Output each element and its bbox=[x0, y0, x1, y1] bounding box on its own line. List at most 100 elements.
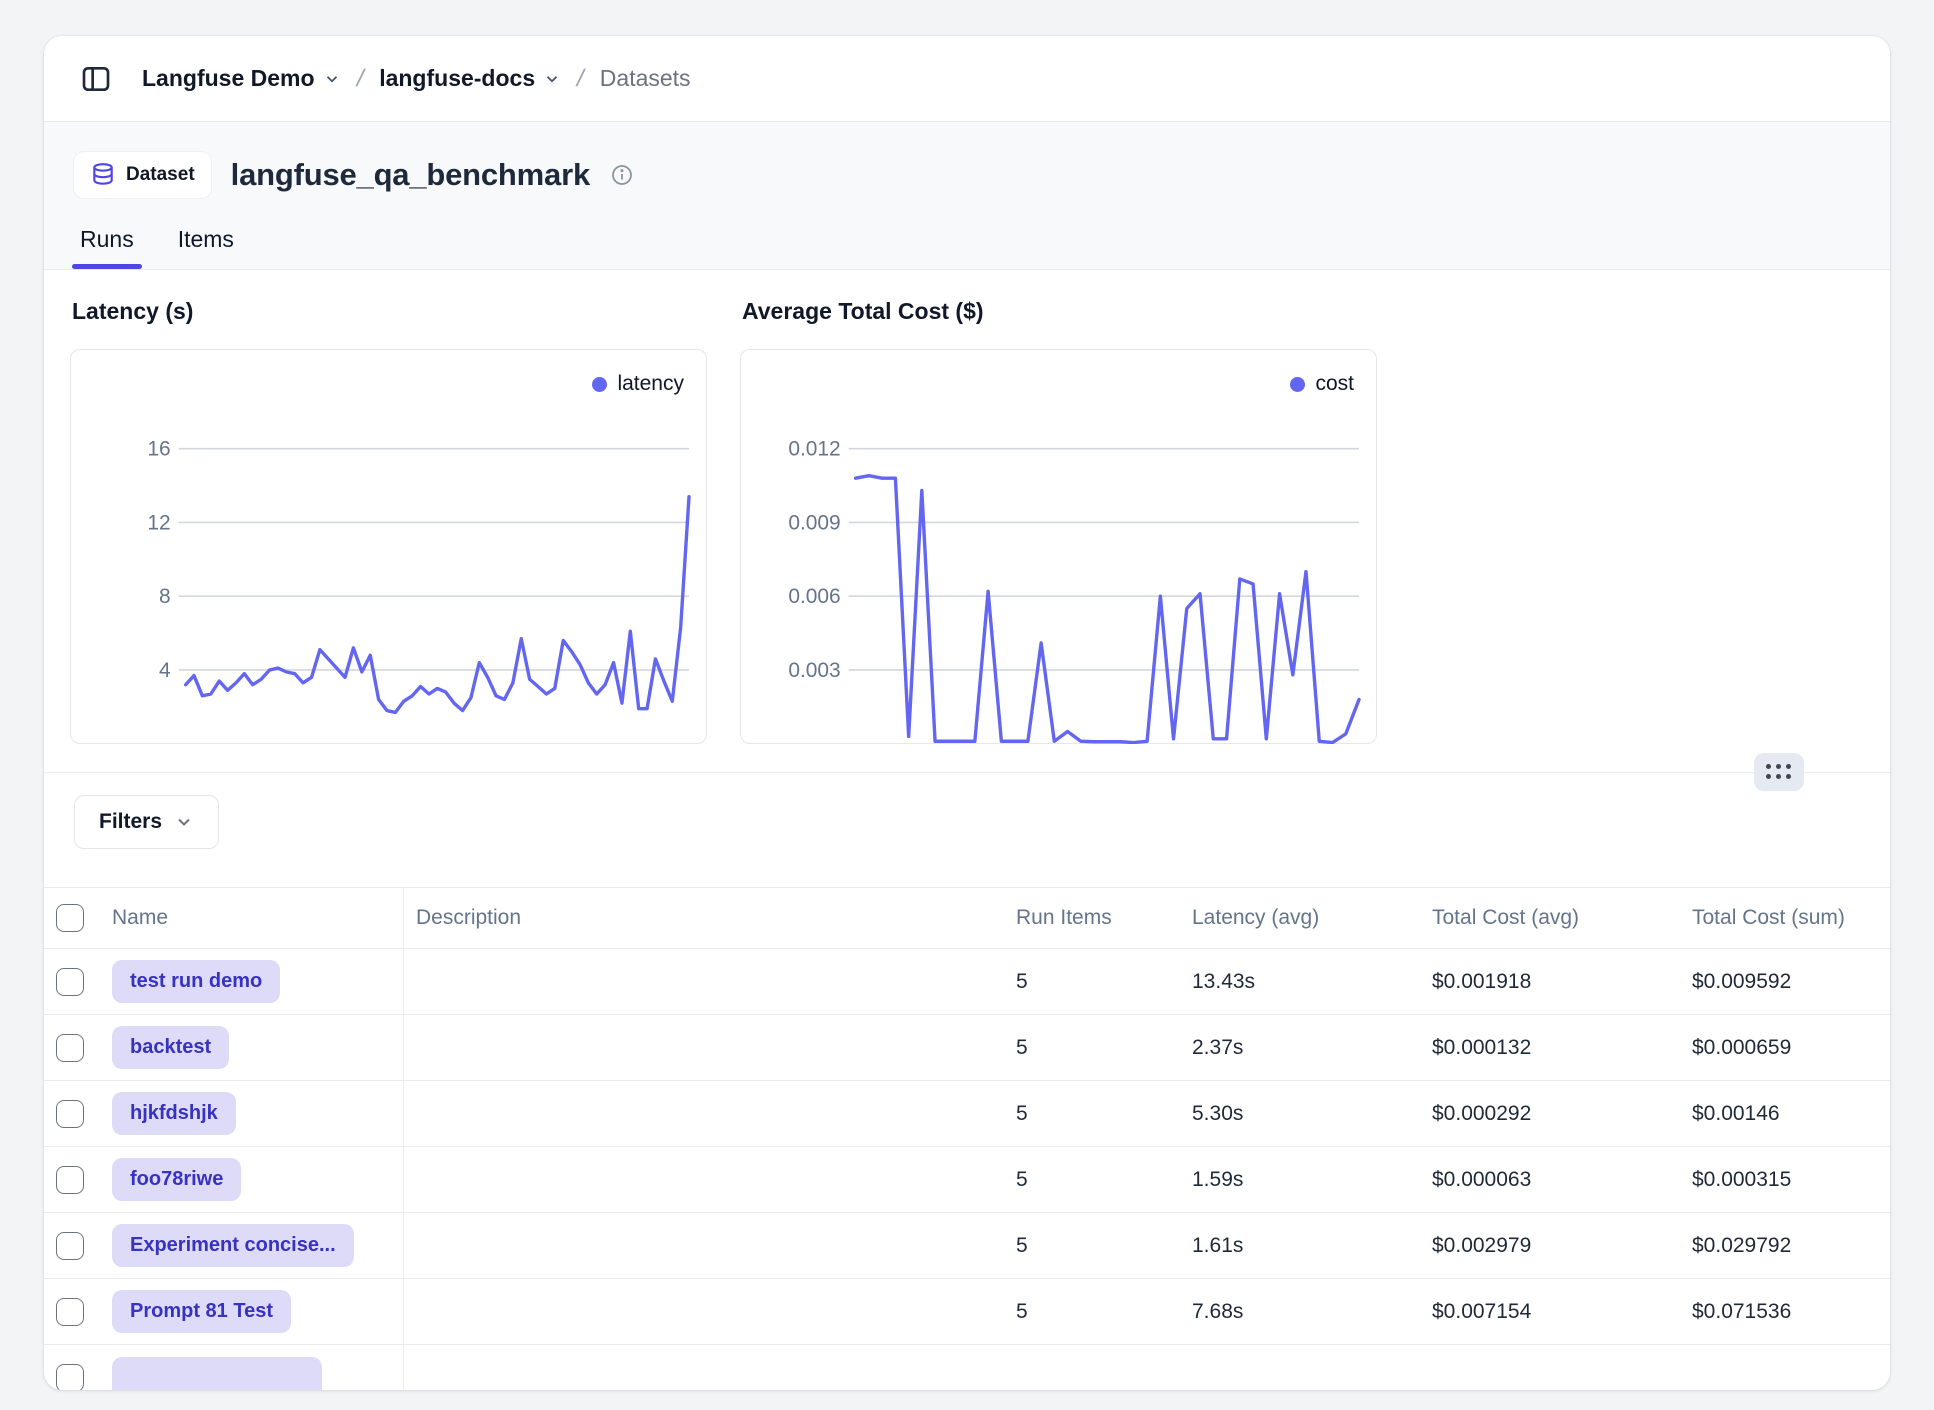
cell-latency-avg: 13.43s bbox=[1180, 949, 1420, 1014]
cell-description bbox=[404, 949, 1004, 1014]
cell-total-cost-avg: $0.000132 bbox=[1420, 1015, 1680, 1080]
col-header-total-cost-avg: Total Cost (avg) bbox=[1420, 888, 1680, 948]
legend-dot-icon bbox=[592, 377, 607, 392]
filters-row: Filters bbox=[44, 773, 1890, 887]
table-row: backtest 5 2.37s $0.000132 $0.000659 bbox=[44, 1015, 1890, 1081]
cell-run-items: 5 bbox=[1004, 1081, 1180, 1146]
breadcrumb: Langfuse Demo / langfuse-docs / Datasets bbox=[44, 36, 1890, 122]
cell-latency-avg: 1.59s bbox=[1180, 1147, 1420, 1212]
col-header-name: Name bbox=[100, 888, 404, 948]
filters-button[interactable]: Filters bbox=[74, 795, 219, 849]
breadcrumb-org[interactable]: Langfuse Demo bbox=[142, 65, 341, 92]
cell-description bbox=[404, 1213, 1004, 1278]
breadcrumb-page[interactable]: Datasets bbox=[600, 65, 691, 92]
cell-latency-avg: 1.61s bbox=[1180, 1213, 1420, 1278]
cost-legend: cost bbox=[1290, 372, 1354, 396]
col-header-latency-avg: Latency (avg) bbox=[1180, 888, 1420, 948]
svg-text:12: 12 bbox=[147, 511, 170, 534]
cell-latency-avg: 5.30s bbox=[1180, 1081, 1420, 1146]
row-checkbox[interactable] bbox=[56, 1166, 84, 1194]
badge-label: Dataset bbox=[126, 164, 195, 186]
svg-text:4: 4 bbox=[159, 659, 171, 682]
svg-text:8: 8 bbox=[159, 585, 171, 608]
svg-text:0.009: 0.009 bbox=[788, 511, 840, 534]
col-header-total-cost-sum: Total Cost (sum) bbox=[1680, 888, 1890, 948]
row-checkbox[interactable] bbox=[56, 1232, 84, 1260]
database-icon bbox=[90, 162, 116, 188]
info-icon[interactable] bbox=[610, 163, 634, 187]
cell-description bbox=[404, 1279, 1004, 1344]
table-row: test run demo 5 13.43s $0.001918 $0.0095… bbox=[44, 949, 1890, 1015]
table-row: foo78riwe 5 1.59s $0.000063 $0.000315 bbox=[44, 1147, 1890, 1213]
dataset-header: Dataset langfuse_qa_benchmark Runs Items bbox=[44, 122, 1890, 270]
cell-total-cost-sum bbox=[1680, 1345, 1890, 1390]
table-row: hjkfdshjk 5 5.30s $0.000292 $0.00146 bbox=[44, 1081, 1890, 1147]
table-row bbox=[44, 1345, 1890, 1390]
row-checkbox[interactable] bbox=[56, 1034, 84, 1062]
run-name-link[interactable]: backtest bbox=[112, 1026, 229, 1069]
run-name-link[interactable]: hjkfdshjk bbox=[112, 1092, 236, 1135]
legend-label: latency bbox=[617, 372, 684, 396]
legend-dot-icon bbox=[1290, 377, 1305, 392]
run-name-link[interactable] bbox=[112, 1357, 322, 1391]
cell-run-items: 5 bbox=[1004, 949, 1180, 1014]
sidebar-toggle-button[interactable] bbox=[74, 57, 118, 101]
run-name-link[interactable]: Prompt 81 Test bbox=[112, 1290, 291, 1333]
svg-text:0.003: 0.003 bbox=[788, 659, 840, 682]
select-all-checkbox[interactable] bbox=[56, 904, 84, 932]
filters-label: Filters bbox=[99, 810, 162, 834]
cell-latency-avg: 2.37s bbox=[1180, 1015, 1420, 1080]
latency-chart: 16 12 8 4 latency bbox=[70, 349, 707, 744]
tab-runs[interactable]: Runs bbox=[80, 226, 134, 269]
cell-run-items: 5 bbox=[1004, 1147, 1180, 1212]
cell-total-cost-avg bbox=[1420, 1345, 1680, 1390]
cell-total-cost-sum: $0.000315 bbox=[1680, 1147, 1890, 1212]
runs-table: Name Description Run Items Latency (avg)… bbox=[44, 887, 1890, 1390]
cost-chart: 0.0120.0090.0060.003 cost bbox=[740, 349, 1377, 744]
table-body: test run demo 5 13.43s $0.001918 $0.0095… bbox=[44, 949, 1890, 1390]
breadcrumb-project[interactable]: langfuse-docs bbox=[379, 65, 561, 92]
cell-description bbox=[404, 1015, 1004, 1080]
latency-line-plot: 16 12 8 4 bbox=[71, 350, 706, 744]
table-row: Experiment concise... 5 1.61s $0.002979 … bbox=[44, 1213, 1890, 1279]
row-checkbox[interactable] bbox=[56, 968, 84, 996]
cell-total-cost-sum: $0.009592 bbox=[1680, 949, 1890, 1014]
latency-chart-title: Latency (s) bbox=[72, 298, 707, 325]
tab-items[interactable]: Items bbox=[178, 226, 234, 269]
cell-total-cost-avg: $0.001918 bbox=[1420, 949, 1680, 1014]
table-header: Name Description Run Items Latency (avg)… bbox=[44, 887, 1890, 949]
chevron-down-icon bbox=[323, 70, 341, 88]
cell-run-items: 5 bbox=[1004, 1015, 1180, 1080]
cost-line-plot: 0.0120.0090.0060.003 bbox=[741, 350, 1376, 744]
chevron-down-icon bbox=[174, 812, 194, 832]
row-checkbox[interactable] bbox=[56, 1100, 84, 1128]
cell-run-items: 5 bbox=[1004, 1279, 1180, 1344]
col-header-description: Description bbox=[404, 888, 1004, 948]
charts-section: Latency (s) 16 12 8 4 latency Average Total… bbox=[44, 270, 1890, 773]
svg-text:0.006: 0.006 bbox=[788, 585, 840, 608]
svg-text:16: 16 bbox=[147, 438, 170, 461]
run-name-link[interactable]: Experiment concise... bbox=[112, 1224, 354, 1267]
row-checkbox[interactable] bbox=[56, 1364, 84, 1391]
org-name: Langfuse Demo bbox=[142, 65, 315, 92]
breadcrumb-separator: / bbox=[574, 65, 587, 93]
cell-total-cost-avg: $0.002979 bbox=[1420, 1213, 1680, 1278]
dataset-badge: Dataset bbox=[74, 152, 211, 198]
row-checkbox[interactable] bbox=[56, 1298, 84, 1326]
cell-total-cost-avg: $0.000292 bbox=[1420, 1081, 1680, 1146]
cell-latency-avg bbox=[1180, 1345, 1420, 1390]
run-name-link[interactable]: foo78riwe bbox=[112, 1158, 241, 1201]
panel-left-icon bbox=[80, 63, 112, 95]
page-title: langfuse_qa_benchmark bbox=[231, 157, 590, 193]
cell-latency-avg: 7.68s bbox=[1180, 1279, 1420, 1344]
cell-description bbox=[404, 1345, 1004, 1390]
main-window: Langfuse Demo / langfuse-docs / Datasets… bbox=[44, 36, 1890, 1390]
cell-total-cost-sum: $0.071536 bbox=[1680, 1279, 1890, 1344]
col-header-run-items: Run Items bbox=[1004, 888, 1180, 948]
cell-total-cost-sum: $0.00146 bbox=[1680, 1081, 1890, 1146]
cost-chart-title: Average Total Cost ($) bbox=[742, 298, 1377, 325]
cell-description bbox=[404, 1081, 1004, 1146]
cell-total-cost-sum: $0.000659 bbox=[1680, 1015, 1890, 1080]
cell-total-cost-avg: $0.007154 bbox=[1420, 1279, 1680, 1344]
run-name-link[interactable]: test run demo bbox=[112, 960, 280, 1003]
